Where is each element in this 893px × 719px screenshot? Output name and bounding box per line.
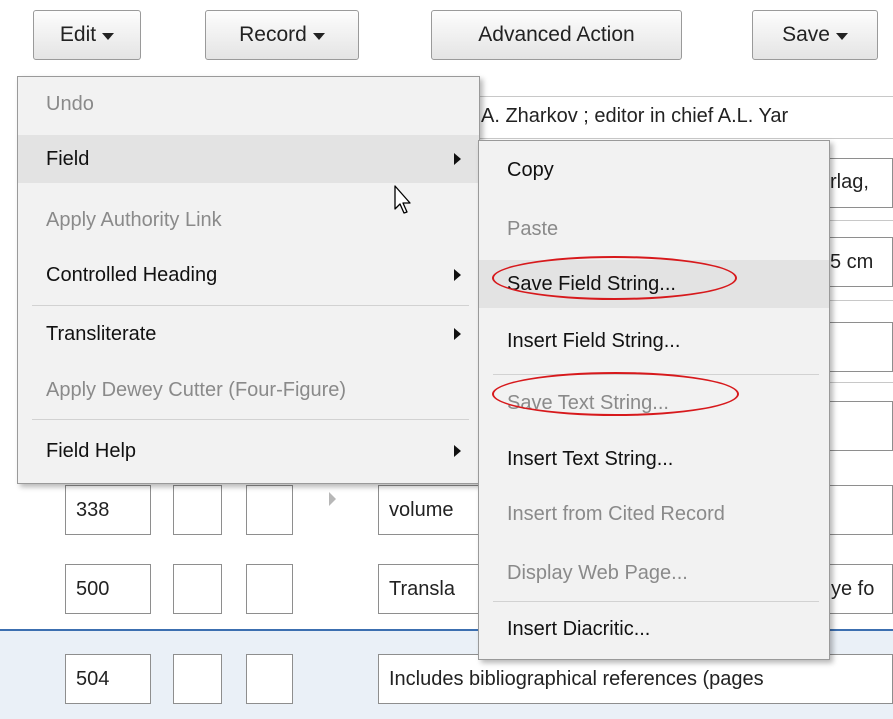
indicator2-input[interactable] <box>246 654 293 704</box>
edit-menu-label: Edit <box>59 23 97 46</box>
chevron-down-icon <box>312 32 325 40</box>
edit-menu-button[interactable]: Edit <box>33 10 141 60</box>
menu-item-save-field-string[interactable]: Save Field String... <box>479 260 829 308</box>
advanced-action-button[interactable]: Advanced Action <box>431 10 682 60</box>
menu-item-insert-text-string[interactable]: Insert Text String... <box>479 435 829 483</box>
menu-item-label: Copy <box>507 158 554 181</box>
menu-item-label: Insert Text String... <box>507 447 674 470</box>
field-content-end: ye fo <box>831 577 875 600</box>
menu-item-label: Undo <box>46 92 94 115</box>
mouse-cursor-icon <box>394 185 411 214</box>
menu-item-save-text-string[interactable]: Save Text String... <box>479 379 829 427</box>
menu-item-field[interactable]: Field <box>18 135 479 183</box>
indicator2-input[interactable] <box>246 485 293 535</box>
divider <box>470 138 893 139</box>
menu-item-label: Field Help <box>46 439 137 462</box>
field-submenu: Copy Paste Save Field String... Insert F… <box>478 140 830 660</box>
indicator1-input[interactable] <box>173 564 222 614</box>
menu-item-label: Insert Diacritic... <box>507 617 651 640</box>
chevron-down-icon <box>102 32 115 40</box>
submenu-arrow-icon <box>454 328 461 340</box>
edit-menu: Undo Field Apply Authority Link Controll… <box>17 76 480 484</box>
tag-input[interactable]: 338 <box>65 485 151 535</box>
field-content-input[interactable]: Includes bibliographical references (pag… <box>378 654 893 704</box>
menu-item-field-help[interactable]: Field Help <box>18 427 479 475</box>
menu-item-controlled-heading[interactable]: Controlled Heading <box>18 251 479 299</box>
toolbar: Edit Record Advanced Action Save <box>0 0 893 78</box>
divider <box>470 96 893 97</box>
menu-item-label: Transliterate <box>46 322 157 345</box>
tag-input[interactable]: 500 <box>65 564 151 614</box>
advanced-action-label: Advanced Action <box>478 23 635 46</box>
menu-item-label: Insert from Cited Record <box>507 502 725 525</box>
menu-item-display-web-page[interactable]: Display Web Page... <box>479 549 829 597</box>
menu-separator <box>493 374 819 375</box>
menu-separator <box>493 601 819 602</box>
field-text-264: rlag, <box>830 171 869 193</box>
field-text-245: A. Zharkov ; editor in chief A.L. Yar <box>481 105 789 127</box>
menu-item-insert-from-cited-record[interactable]: Insert from Cited Record <box>479 490 829 538</box>
divider <box>826 382 893 383</box>
menu-separator <box>32 305 469 306</box>
menu-item-label: Save Text String... <box>507 391 669 414</box>
menu-item-transliterate[interactable]: Transliterate <box>18 310 479 358</box>
field-text-300: 5 cm <box>830 251 874 273</box>
field-input[interactable] <box>826 401 893 451</box>
menu-item-insert-diacritic[interactable]: Insert Diacritic... <box>479 605 829 653</box>
menu-item-label: Apply Authority Link <box>46 208 222 231</box>
field-input[interactable] <box>826 322 893 372</box>
indicator1-input[interactable] <box>173 485 222 535</box>
menu-separator <box>32 419 469 420</box>
indicator1-input[interactable] <box>173 654 222 704</box>
expand-arrow-icon[interactable] <box>329 492 336 506</box>
menu-item-label: Controlled Heading <box>46 263 218 286</box>
divider <box>826 220 893 221</box>
indicator2-input[interactable] <box>246 564 293 614</box>
field-content-start: Transla <box>389 577 455 600</box>
divider <box>826 300 893 301</box>
record-menu-button[interactable]: Record <box>205 10 359 60</box>
record-menu-label: Record <box>239 23 307 46</box>
menu-item-label: Paste <box>507 217 559 240</box>
submenu-arrow-icon <box>454 445 461 457</box>
menu-item-copy[interactable]: Copy <box>479 146 829 194</box>
submenu-arrow-icon <box>454 153 461 165</box>
save-menu-button[interactable]: Save <box>752 10 878 60</box>
menu-item-paste[interactable]: Paste <box>479 205 829 253</box>
menu-item-undo[interactable]: Undo <box>18 80 479 128</box>
menu-item-label: Apply Dewey Cutter (Four-Figure) <box>46 378 347 401</box>
menu-item-label: Display Web Page... <box>507 561 688 584</box>
submenu-arrow-icon <box>454 269 461 281</box>
menu-item-label: Field <box>46 147 90 170</box>
menu-item-label: Save Field String... <box>507 272 676 295</box>
chevron-down-icon <box>835 32 848 40</box>
menu-item-label: Insert Field String... <box>507 329 681 352</box>
save-menu-label: Save <box>782 23 830 46</box>
menu-item-insert-field-string[interactable]: Insert Field String... <box>479 317 829 365</box>
menu-item-apply-dewey-cutter[interactable]: Apply Dewey Cutter (Four-Figure) <box>18 366 479 414</box>
tag-input[interactable]: 504 <box>65 654 151 704</box>
